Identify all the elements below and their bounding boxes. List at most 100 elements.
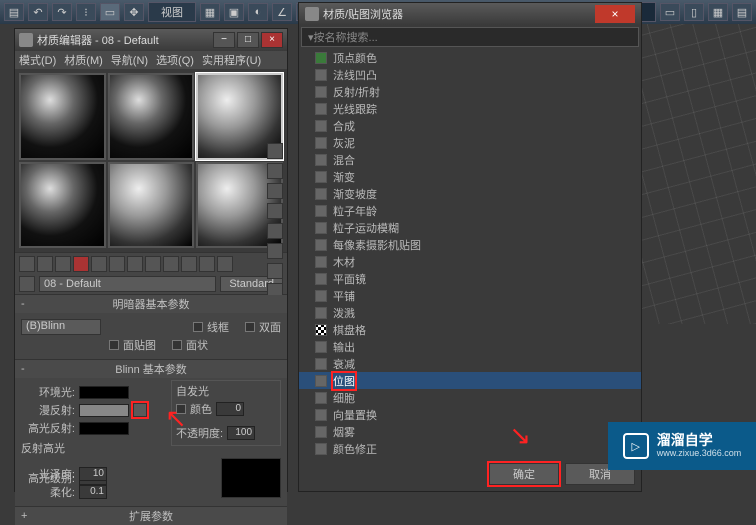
options-icon[interactable] (267, 263, 283, 279)
browser-item[interactable]: 烟雾 (299, 423, 641, 440)
scale-icon[interactable]: ▣ (224, 3, 244, 21)
browser-item[interactable]: 每像素摄影机贴图 (299, 236, 641, 253)
sample-slot[interactable] (19, 162, 106, 249)
browser-item[interactable]: 混合 (299, 151, 641, 168)
material-name-input[interactable]: 08 - Default (39, 276, 216, 292)
sample-slot[interactable] (108, 73, 195, 160)
reset-icon[interactable] (73, 256, 89, 272)
rollout-header[interactable]: - Blinn 基本参数 (15, 360, 287, 378)
make-unique-icon[interactable] (109, 256, 125, 272)
assign-icon[interactable] (55, 256, 71, 272)
browser-item[interactable]: 输出 (299, 338, 641, 355)
sample-slot[interactable] (108, 162, 195, 249)
self-illum-spinner[interactable]: 0 (216, 402, 244, 416)
sample-type-icon[interactable] (267, 143, 283, 159)
mirror-icon[interactable]: ▭ (660, 3, 680, 21)
diffuse-map-button[interactable] (133, 403, 147, 417)
browser-item[interactable]: 光线跟踪 (299, 100, 641, 117)
tool-open-icon[interactable]: ▤ (4, 3, 24, 21)
angle-snap-icon[interactable]: ∠ (272, 3, 292, 21)
material-editor-titlebar[interactable]: 材质编辑器 - 08 - Default − □ × (15, 29, 287, 51)
browser-titlebar[interactable]: 材质/贴图浏览器 × (299, 3, 641, 25)
menu-options[interactable]: 选项(Q) (156, 52, 194, 68)
move-icon[interactable]: ✥ (124, 3, 144, 21)
ambient-swatch[interactable] (79, 386, 129, 399)
shader-combo[interactable]: (B)Blinn (21, 319, 101, 335)
browser-item[interactable]: 颜色修正 (299, 440, 641, 457)
app-icon (19, 33, 33, 47)
align-icon[interactable]: ▯ (684, 3, 704, 21)
put-to-scene-icon[interactable] (37, 256, 53, 272)
toggle-icon[interactable]: ▦ (200, 3, 220, 21)
browser-item[interactable]: 合成 (299, 117, 641, 134)
browser-item[interactable]: 渐变坡度 (299, 185, 641, 202)
browser-item[interactable]: 位图 (299, 372, 641, 389)
go-parent-icon[interactable] (199, 256, 215, 272)
twosided-checkbox[interactable] (245, 322, 255, 332)
layer-icon[interactable]: ▦ (708, 3, 728, 21)
maximize-button[interactable]: □ (237, 32, 259, 48)
map-type-icon (315, 103, 327, 115)
schematic-icon[interactable]: ▤ (732, 3, 752, 21)
pick-icon[interactable] (19, 276, 35, 292)
redo-icon[interactable]: ↷ (52, 3, 72, 21)
backlight-icon[interactable] (267, 163, 283, 179)
menu-navigation[interactable]: 导航(N) (111, 52, 148, 68)
browser-item[interactable]: 法线凹凸 (299, 66, 641, 83)
link-icon[interactable]: ⁝ (76, 3, 96, 21)
browser-item[interactable]: 粒子运动模糊 (299, 219, 641, 236)
browser-item[interactable]: 向量置换 (299, 406, 641, 423)
background-icon[interactable] (267, 183, 283, 199)
glossiness-spinner[interactable]: 10 (79, 467, 107, 481)
video-check-icon[interactable] (267, 223, 283, 239)
sample-slot[interactable] (19, 73, 106, 160)
preview-icon[interactable] (267, 243, 283, 259)
browser-item[interactable]: 顶点颜色 (299, 49, 641, 66)
browser-item[interactable]: 粒子年龄 (299, 202, 641, 219)
menu-utilities[interactable]: 实用程序(U) (202, 52, 261, 68)
browser-item[interactable]: 衰减 (299, 355, 641, 372)
browser-item[interactable]: 木材 (299, 253, 641, 270)
mat-id-icon[interactable] (145, 256, 161, 272)
browser-search-input[interactable]: ▾ 按名称搜索... (301, 27, 639, 47)
opacity-spinner[interactable]: 100 (227, 426, 255, 440)
self-illum-color-checkbox[interactable] (176, 404, 186, 414)
menu-mode[interactable]: 模式(D) (19, 52, 56, 68)
rollout-header[interactable]: + 扩展参数 (15, 507, 287, 525)
soften-label: 柔化: (21, 484, 75, 500)
rollout-extended: + 扩展参数 (15, 506, 287, 525)
undo-icon[interactable]: ↶ (28, 3, 48, 21)
browser-item[interactable]: 细胞 (299, 389, 641, 406)
browser-list[interactable]: 顶点颜色法线凹凸反射/折射光线跟踪合成灰泥混合渐变渐变坡度粒子年龄粒子运动模糊每… (299, 49, 641, 457)
faceted-checkbox[interactable] (172, 340, 182, 350)
show-end-icon[interactable] (181, 256, 197, 272)
browser-close-button[interactable]: × (595, 5, 635, 23)
diffuse-swatch[interactable] (79, 404, 129, 417)
browser-item[interactable]: 渐变 (299, 168, 641, 185)
wireframe-checkbox[interactable] (193, 322, 203, 332)
rotate-icon[interactable]: ◐ (248, 3, 268, 21)
menu-material[interactable]: 材质(M) (64, 52, 103, 68)
rollout-header[interactable]: - 明暗器基本参数 (15, 295, 287, 313)
get-material-icon[interactable] (19, 256, 35, 272)
specular-swatch[interactable] (79, 422, 129, 435)
browser-item[interactable]: 棋盘格 (299, 321, 641, 338)
browser-item[interactable]: 平面镜 (299, 270, 641, 287)
browser-item[interactable]: 反射/折射 (299, 83, 641, 100)
browser-item[interactable]: 平铺 (299, 287, 641, 304)
put-to-lib-icon[interactable] (127, 256, 143, 272)
browser-item[interactable]: 灰泥 (299, 134, 641, 151)
uv-tile-icon[interactable] (267, 203, 283, 219)
go-forward-icon[interactable] (217, 256, 233, 272)
browser-item-label: 位图 (333, 373, 355, 389)
browser-item[interactable]: 泼溅 (299, 304, 641, 321)
select-icon[interactable]: ▭ (100, 3, 120, 21)
minimize-button[interactable]: − (213, 32, 235, 48)
ok-button[interactable]: 确定 (489, 463, 559, 485)
copy-icon[interactable] (91, 256, 107, 272)
show-in-vp-icon[interactable] (163, 256, 179, 272)
soften-spinner[interactable]: 0.1 (79, 485, 107, 499)
view-dropdown[interactable]: 视图 (148, 2, 196, 22)
facemap-checkbox[interactable] (109, 340, 119, 350)
close-button[interactable]: × (261, 32, 283, 48)
